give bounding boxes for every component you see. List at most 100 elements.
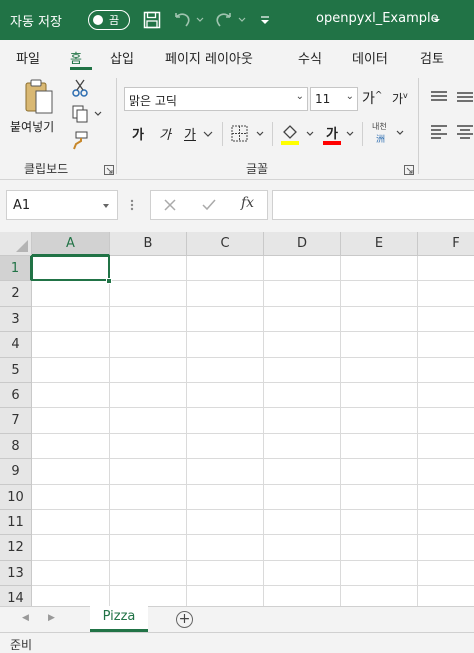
row-header[interactable]: 11 <box>0 510 32 536</box>
row-header[interactable]: 13 <box>0 560 32 587</box>
active-cell[interactable] <box>31 255 110 282</box>
cell[interactable] <box>32 281 110 307</box>
customize-qat-icon[interactable] <box>256 8 274 32</box>
align-center-icon[interactable] <box>456 124 474 140</box>
cell[interactable] <box>32 459 110 485</box>
cell[interactable] <box>341 306 418 333</box>
cell[interactable] <box>187 408 264 434</box>
cell[interactable] <box>264 281 341 307</box>
cell[interactable] <box>187 560 264 587</box>
name-box[interactable]: A1 <box>6 190 118 220</box>
fill-color-icon[interactable] <box>280 122 318 146</box>
cell[interactable] <box>110 332 187 358</box>
cell[interactable] <box>341 510 418 536</box>
cell[interactable] <box>341 281 418 307</box>
cell[interactable] <box>418 332 474 358</box>
cell[interactable] <box>264 459 341 485</box>
row-header[interactable]: 5 <box>0 357 32 383</box>
font-launcher-icon[interactable] <box>404 164 414 175</box>
cell[interactable] <box>32 357 110 383</box>
cell[interactable] <box>341 535 418 561</box>
cell[interactable] <box>264 332 341 358</box>
top-align-icon[interactable] <box>430 90 448 106</box>
cell[interactable] <box>418 535 474 561</box>
cell[interactable] <box>110 357 187 383</box>
sheet-tab-pizza[interactable]: Pizza <box>90 606 148 632</box>
cell[interactable] <box>32 586 110 606</box>
italic-button[interactable]: 가 <box>159 124 171 143</box>
shrink-font-button[interactable]: 가v <box>392 90 408 107</box>
copy-icon[interactable] <box>70 104 104 124</box>
enter-check-icon[interactable] <box>201 198 217 212</box>
cell[interactable] <box>264 510 341 536</box>
row-header[interactable]: 1 <box>0 256 32 282</box>
cell[interactable] <box>110 383 187 409</box>
cell[interactable] <box>187 281 264 307</box>
cell[interactable] <box>110 433 187 460</box>
underline-button[interactable]: 가 <box>184 124 196 143</box>
cell[interactable] <box>264 433 341 460</box>
cell[interactable] <box>264 586 341 606</box>
add-sheet-button[interactable]: + <box>176 611 193 628</box>
cell[interactable] <box>341 332 418 358</box>
cell[interactable] <box>110 408 187 434</box>
cell[interactable] <box>418 307 474 333</box>
row-header[interactable]: 6 <box>0 383 32 409</box>
middle-align-icon[interactable] <box>456 90 474 106</box>
cell[interactable] <box>187 306 264 333</box>
cell[interactable] <box>32 433 110 460</box>
row-header[interactable]: 7 <box>0 408 32 434</box>
tab-home[interactable]: 홈 <box>70 48 82 67</box>
cell[interactable] <box>187 383 264 409</box>
paste-icon[interactable] <box>20 78 60 116</box>
cell[interactable] <box>32 408 110 434</box>
cell[interactable] <box>110 459 187 485</box>
tab-formulas[interactable]: 수식 <box>298 48 322 67</box>
column-header-f[interactable]: F <box>418 232 474 256</box>
cell[interactable] <box>187 332 264 358</box>
column-header-d[interactable]: D <box>264 232 341 256</box>
cut-icon[interactable] <box>70 78 90 98</box>
tab-page-layout[interactable]: 페이지 레이아웃 <box>165 48 253 67</box>
column-header-e[interactable]: E <box>341 232 418 256</box>
cell[interactable] <box>187 256 264 282</box>
cell[interactable] <box>110 484 187 510</box>
column-header-b[interactable]: B <box>110 232 187 256</box>
cell[interactable] <box>341 408 418 434</box>
row-header[interactable]: 9 <box>0 459 32 485</box>
font-name-dropdown[interactable]: 맑은 고딕 ⌄ <box>124 87 308 111</box>
scroll-left-icon[interactable]: ◀ <box>22 613 29 623</box>
tab-review[interactable]: 검토 <box>420 48 444 67</box>
column-header-c[interactable]: C <box>187 232 264 256</box>
cell[interactable] <box>187 484 264 510</box>
cell[interactable] <box>32 484 110 510</box>
cell[interactable] <box>32 560 110 587</box>
formula-input[interactable] <box>272 190 474 220</box>
cell[interactable] <box>418 459 474 485</box>
cell[interactable] <box>418 561 474 587</box>
cell[interactable] <box>187 535 264 561</box>
cell[interactable] <box>264 357 341 383</box>
fill-handle[interactable] <box>106 278 112 284</box>
cell[interactable] <box>187 357 264 383</box>
bold-button[interactable]: 가 <box>132 124 144 143</box>
cell[interactable] <box>341 586 418 606</box>
redo-icon[interactable] <box>214 8 248 32</box>
cell[interactable] <box>418 485 474 510</box>
cell[interactable] <box>264 484 341 510</box>
cell[interactable] <box>341 357 418 383</box>
cell[interactable] <box>32 332 110 358</box>
cell[interactable] <box>110 306 187 333</box>
cell[interactable] <box>418 383 474 409</box>
row-header[interactable]: 8 <box>0 433 32 460</box>
cell[interactable] <box>32 306 110 333</box>
cell[interactable] <box>110 535 187 561</box>
cell[interactable] <box>187 459 264 485</box>
cell[interactable] <box>110 281 187 307</box>
cell[interactable] <box>341 433 418 460</box>
cell[interactable] <box>32 383 110 409</box>
align-left-icon[interactable] <box>430 124 448 140</box>
cell[interactable] <box>418 408 474 434</box>
splitter-handle-icon[interactable] <box>129 196 135 214</box>
cell[interactable] <box>418 434 474 460</box>
